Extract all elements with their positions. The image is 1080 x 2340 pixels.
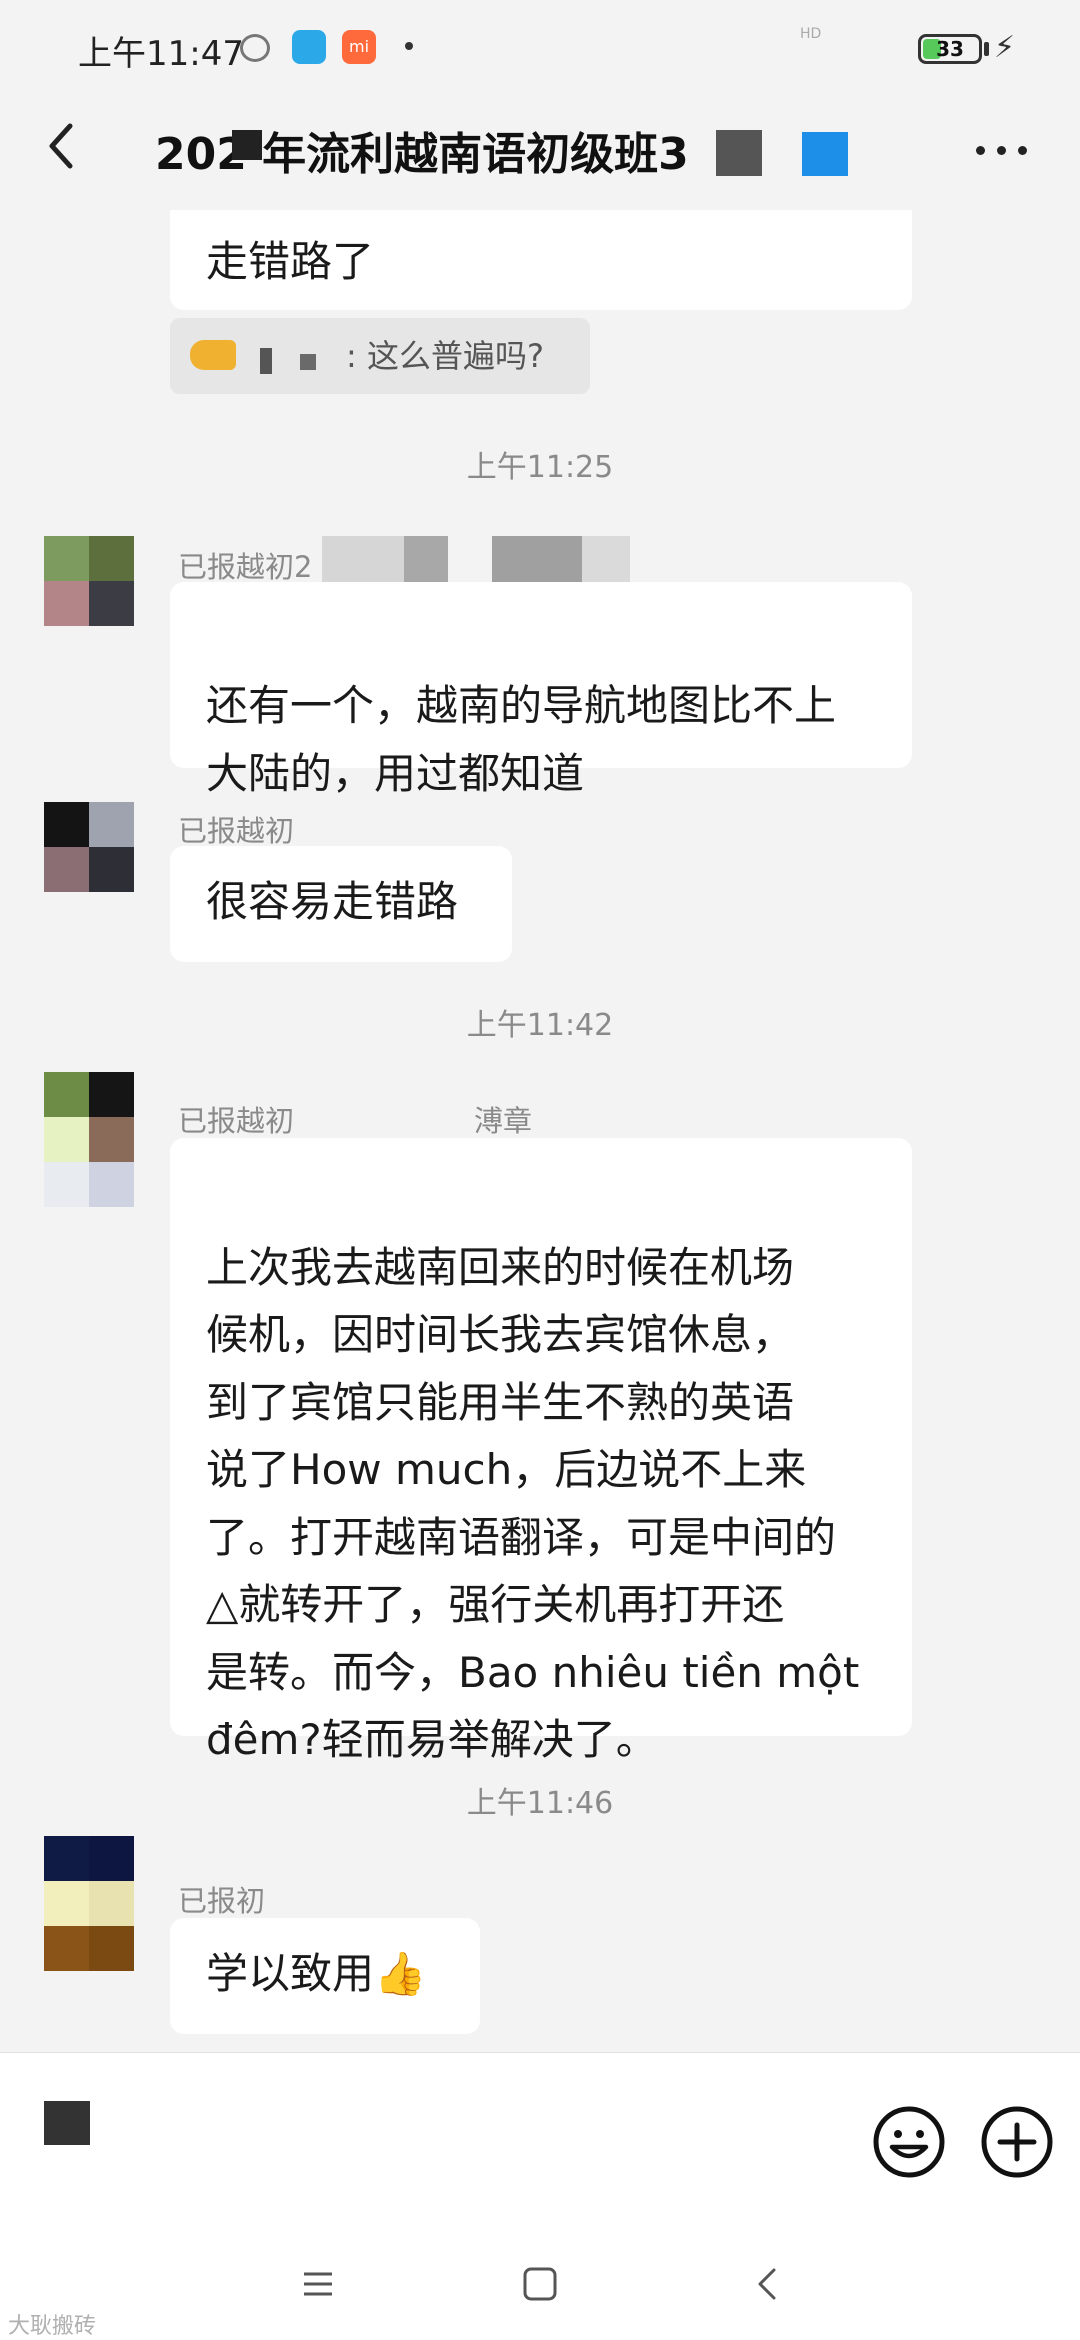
plus-circle-icon[interactable] xyxy=(980,2105,1054,2179)
more-dots-icon[interactable] xyxy=(972,132,1032,172)
sender-name: 已报初 xyxy=(178,1884,266,1918)
status-bar: 上午11:47 mi HD 33 ⚡ xyxy=(0,0,1080,100)
battery-level: 33 xyxy=(936,37,964,61)
charging-icon: ⚡ xyxy=(994,30,1016,65)
timestamp: 上午11:42 xyxy=(466,1008,614,1043)
chat-messages[interactable]: 走错路了 : 这么普遍吗? 上午11:25 已报越初2 还有一个，越南的导航地图… xyxy=(0,210,1080,2050)
timestamp: 上午11:25 xyxy=(466,450,614,485)
avatar[interactable] xyxy=(44,536,134,626)
more-notifications-dot xyxy=(405,42,413,50)
quote-avatar xyxy=(190,340,236,370)
voice-toggle-icon[interactable] xyxy=(44,2101,90,2145)
title-redaction xyxy=(232,130,262,160)
message-bubble[interactable]: 还有一个，越南的导航地图比不上 大陆的，用过都知道 xyxy=(170,582,912,798)
sender-name: 已报越初2 xyxy=(178,550,313,584)
chevron-left-icon[interactable] xyxy=(34,116,94,176)
app-notification-icon xyxy=(292,30,326,64)
watermark: 大耿搬砖 xyxy=(8,2314,97,2339)
message-text: 还有一个，越南的导航地图比不上 大陆的，用过都知道 xyxy=(206,681,837,798)
battery-cap xyxy=(984,42,989,56)
message-bubble[interactable]: 学以致用👍 xyxy=(170,1918,480,2034)
input-bar xyxy=(0,2052,1080,2228)
mi-notification-icon: mi xyxy=(342,30,376,64)
sender-redaction xyxy=(492,536,582,586)
sender-redaction xyxy=(322,536,404,586)
message-text: 上次我去越南回来的时候在机场 候机，因时间长我去宾馆休息， 到了宾馆只能用半生不… xyxy=(206,1242,860,1765)
sender-redaction xyxy=(404,536,448,586)
sender-name: 已报越初 xyxy=(178,1104,295,1138)
title-redaction xyxy=(716,130,762,176)
quote-text: : 这么普遍吗? xyxy=(346,337,544,375)
quote-redaction xyxy=(300,354,316,370)
battery-icon: 33 xyxy=(918,34,982,64)
menu-icon[interactable] xyxy=(298,2264,338,2304)
quote-redaction xyxy=(260,348,272,374)
avatar[interactable] xyxy=(44,1072,134,1207)
message-text: 学以致用👍 xyxy=(206,1949,427,1998)
quoted-message[interactable]: : 这么普遍吗? xyxy=(170,318,590,394)
message-bubble[interactable]: 上次我去越南回来的时候在机场 候机，因时间长我去宾馆休息， 到了宾馆只能用半生不… xyxy=(170,1138,912,1764)
system-nav-bar: 大耿搬砖 xyxy=(0,2228,1080,2340)
chat-notification-icon xyxy=(240,34,270,62)
square-home-icon[interactable] xyxy=(520,2264,560,2304)
sender-name-suffix: 溥章 xyxy=(474,1104,533,1138)
back-triangle-icon[interactable] xyxy=(748,2264,788,2304)
message-text: 走错路了 xyxy=(206,237,375,286)
title-redaction xyxy=(802,132,848,176)
timestamp: 上午11:46 xyxy=(466,1786,614,1821)
status-time: 上午11:47 xyxy=(78,34,244,74)
hd-indicator: HD xyxy=(800,26,822,42)
avatar[interactable] xyxy=(44,802,134,892)
message-text: 很容易走错路 xyxy=(206,877,459,926)
sender-name: 已报越初 xyxy=(178,814,295,848)
sender-redaction xyxy=(582,536,630,586)
chat-header: 202 年流利越南语初级班3 xyxy=(0,100,1080,210)
message-bubble[interactable]: 很容易走错路 xyxy=(170,846,512,962)
avatar[interactable] xyxy=(44,1836,134,1971)
message-bubble[interactable]: 走错路了 xyxy=(170,210,912,310)
smiley-icon[interactable] xyxy=(872,2105,946,2179)
